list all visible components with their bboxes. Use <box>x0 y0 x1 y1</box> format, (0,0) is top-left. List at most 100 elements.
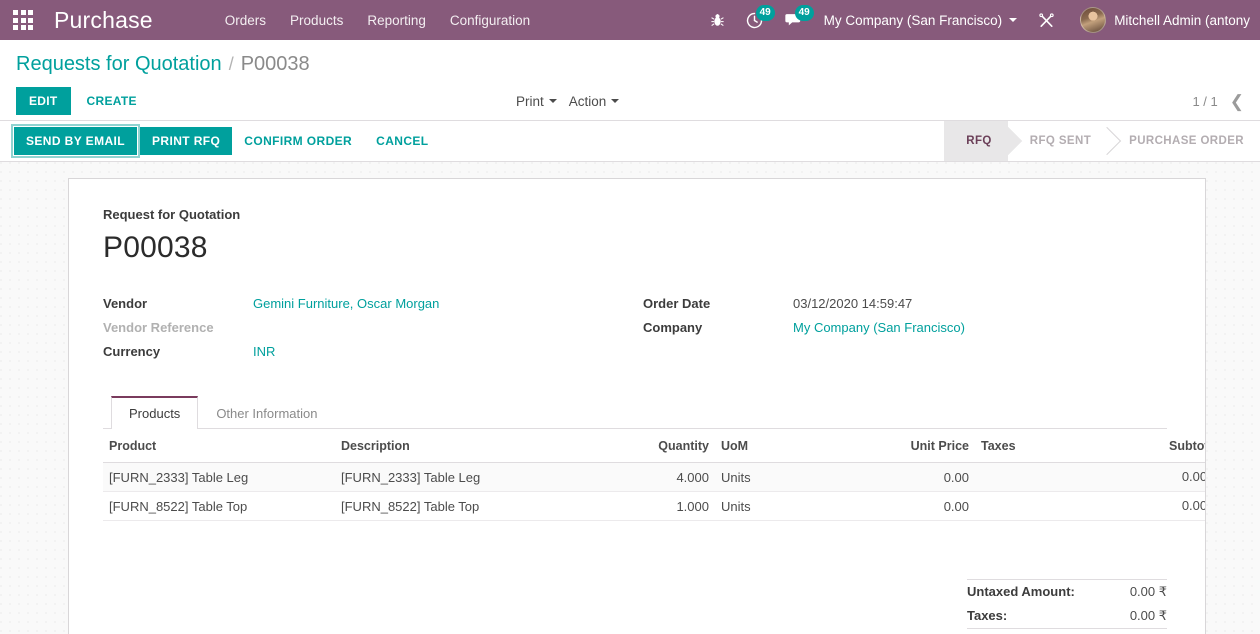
company-switcher-label: My Company (San Francisco) <box>823 12 1003 28</box>
status-step-purchase-order-label: PURCHASE ORDER <box>1129 135 1244 147</box>
total-taxes: Taxes: 0.00 ₹ <box>967 604 1167 628</box>
notebook-tabs: Products Other Information <box>103 395 1167 429</box>
table-header-row: Product Description Quantity UoM Unit Pr… <box>103 429 1205 463</box>
menu-item-configuration[interactable]: Configuration <box>438 2 542 39</box>
field-currency: Currency INR <box>103 341 643 365</box>
apps-grid-icon <box>12 9 34 31</box>
control-panel-dropdowns: Print Action <box>516 82 620 120</box>
column-header-uom: UoM <box>715 429 865 463</box>
table-row[interactable]: [FURN_8522] Table Top [FURN_8522] Table … <box>103 491 1205 521</box>
status-step-rfq-sent[interactable]: RFQ SENT <box>1008 121 1122 161</box>
app-brand-purchase[interactable]: Purchase <box>46 7 165 34</box>
cell-subtotal: 0.00 ₹ <box>1161 462 1205 492</box>
column-header-product: Product <box>103 429 335 463</box>
column-header-quantity: Quantity <box>635 429 715 463</box>
form-sheet: Request for Quotation P00038 Vendor Gemi… <box>68 178 1206 634</box>
order-totals-wrap: Untaxed Amount: 0.00 ₹ Taxes: 0.00 ₹ Tot… <box>103 579 1167 634</box>
breadcrumb-separator: / <box>228 54 234 74</box>
field-vendor: Vendor Gemini Furniture, Oscar Morgan <box>103 293 643 317</box>
breadcrumb: Requests for Quotation / P00038 <box>16 40 1244 82</box>
user-menu-label: Mitchell Admin (antony <box>1114 12 1250 28</box>
action-dropdown[interactable]: Action <box>569 94 620 109</box>
total-untaxed-amount-label: Untaxed Amount: <box>967 584 1075 599</box>
column-header-description: Description <box>335 429 635 463</box>
cancel-button[interactable]: CANCEL <box>364 127 440 155</box>
order-lines-header: Product Description Quantity UoM Unit Pr… <box>103 429 1205 463</box>
user-menu[interactable]: Mitchell Admin (antony <box>1066 0 1260 40</box>
field-currency-value[interactable]: INR <box>253 341 275 362</box>
cell-description: [FURN_2333] Table Leg <box>335 462 635 492</box>
navbar-right-tools: 49 49 My Company (San Francisco) Mitchel… <box>700 0 1260 40</box>
control-panel: Requests for Quotation / P00038 EDIT CRE… <box>0 40 1260 121</box>
field-order-date: Order Date 03/12/2020 14:59:47 <box>643 293 1083 317</box>
field-vendor-reference: Vendor Reference <box>103 317 643 341</box>
total-taxes-label: Taxes: <box>967 608 1008 623</box>
form-view-background: Request for Quotation P00038 Vendor Gemi… <box>0 162 1260 634</box>
breadcrumb-item-requests-for-quotation[interactable]: Requests for Quotation <box>16 53 222 76</box>
chevron-down-icon <box>611 99 620 103</box>
total-grand: Total: 0.00 ₹ <box>967 628 1167 634</box>
field-company-value[interactable]: My Company (San Francisco) <box>793 317 965 338</box>
field-vendor-reference-label: Vendor Reference <box>103 320 214 335</box>
status-step-rfq-sent-label: RFQ SENT <box>1029 135 1092 147</box>
messages-count-badge: 49 <box>794 5 814 21</box>
status-step-purchase-order[interactable]: PURCHASE ORDER <box>1107 121 1260 161</box>
form-title-value: P00038 <box>103 231 208 264</box>
print-dropdown-label: Print <box>516 93 544 109</box>
status-step-rfq[interactable]: RFQ <box>944 121 1022 161</box>
menu-item-reporting[interactable]: Reporting <box>355 2 438 39</box>
form-title-label: Request for Quotation <box>103 207 241 222</box>
tab-other-information[interactable]: Other Information <box>198 396 335 429</box>
print-rfq-button[interactable]: PRINT RFQ <box>140 127 233 155</box>
cell-subtotal: 0.00 ₹ <box>1161 491 1205 521</box>
total-taxes-value: 0.00 ₹ <box>1129 608 1167 623</box>
form-status-bar: SEND BY EMAIL PRINT RFQ CONFIRM ORDER CA… <box>0 121 1260 162</box>
order-lines-table: Product Description Quantity UoM Unit Pr… <box>103 429 1205 521</box>
create-button[interactable]: CREATE <box>75 87 149 115</box>
cell-product: [FURN_2333] Table Leg <box>103 462 335 492</box>
chevron-down-icon <box>548 99 557 103</box>
table-row[interactable]: [FURN_2333] Table Leg [FURN_2333] Table … <box>103 462 1205 492</box>
cell-uom: Units <box>715 491 865 521</box>
breadcrumb-item-current: P00038 <box>240 53 310 75</box>
print-dropdown[interactable]: Print <box>516 94 557 109</box>
edit-button[interactable]: EDIT <box>16 87 71 115</box>
column-header-unit-price: Unit Price <box>865 429 975 463</box>
tab-products[interactable]: Products <box>111 396 199 429</box>
messages-button[interactable]: 49 <box>774 0 814 40</box>
chevron-left-icon[interactable]: ❮ <box>1230 93 1244 110</box>
field-vendor-value[interactable]: Gemini Furniture, Oscar Morgan <box>253 293 439 314</box>
action-dropdown-label: Action <box>568 93 607 109</box>
cell-description: [FURN_8522] Table Top <box>335 491 635 521</box>
bug-icon[interactable] <box>700 0 735 40</box>
cell-quantity: 1.000 <box>635 491 715 521</box>
cell-taxes <box>975 462 1161 492</box>
status-step-rfq-label: RFQ <box>966 135 992 147</box>
cell-unit-price: 0.00 <box>865 462 975 492</box>
total-untaxed-amount-value: 0.00 ₹ <box>1129 584 1167 599</box>
wrench-screwdriver-icon <box>1039 12 1054 27</box>
order-lines-body: [FURN_2333] Table Leg [FURN_2333] Table … <box>103 462 1205 521</box>
field-vendor-label: Vendor <box>103 296 148 311</box>
form-fields-left: Vendor Gemini Furniture, Oscar Morgan Ve… <box>103 293 643 365</box>
company-switcher[interactable]: My Company (San Francisco) <box>814 0 1028 40</box>
menu-item-products[interactable]: Products <box>278 2 355 39</box>
field-order-date-value[interactable]: 03/12/2020 14:59:47 <box>793 293 912 314</box>
form-fields-right: Order Date 03/12/2020 14:59:47 Company M… <box>643 293 1083 365</box>
total-untaxed-amount: Untaxed Amount: 0.00 ₹ <box>967 580 1167 604</box>
send-by-email-button[interactable]: SEND BY EMAIL <box>11 124 140 158</box>
apps-menu-button[interactable] <box>0 0 46 40</box>
avatar <box>1080 7 1107 33</box>
developer-tools-button[interactable] <box>1027 0 1066 40</box>
activities-button[interactable]: 49 <box>735 0 775 40</box>
cell-quantity: 4.000 <box>635 462 715 492</box>
confirm-order-button[interactable]: CONFIRM ORDER <box>232 127 364 155</box>
activities-count-badge: 49 <box>755 5 775 21</box>
chevron-down-icon <box>1009 18 1018 22</box>
menu-item-orders[interactable]: Orders <box>213 2 278 39</box>
field-company: Company My Company (San Francisco) <box>643 317 1083 341</box>
field-order-date-label: Order Date <box>643 296 711 311</box>
record-pager: 1 / 1 ❮ <box>1192 82 1244 120</box>
column-header-taxes: Taxes <box>975 429 1161 463</box>
form-notebook: Products Other Information Product Descr… <box>103 395 1205 634</box>
